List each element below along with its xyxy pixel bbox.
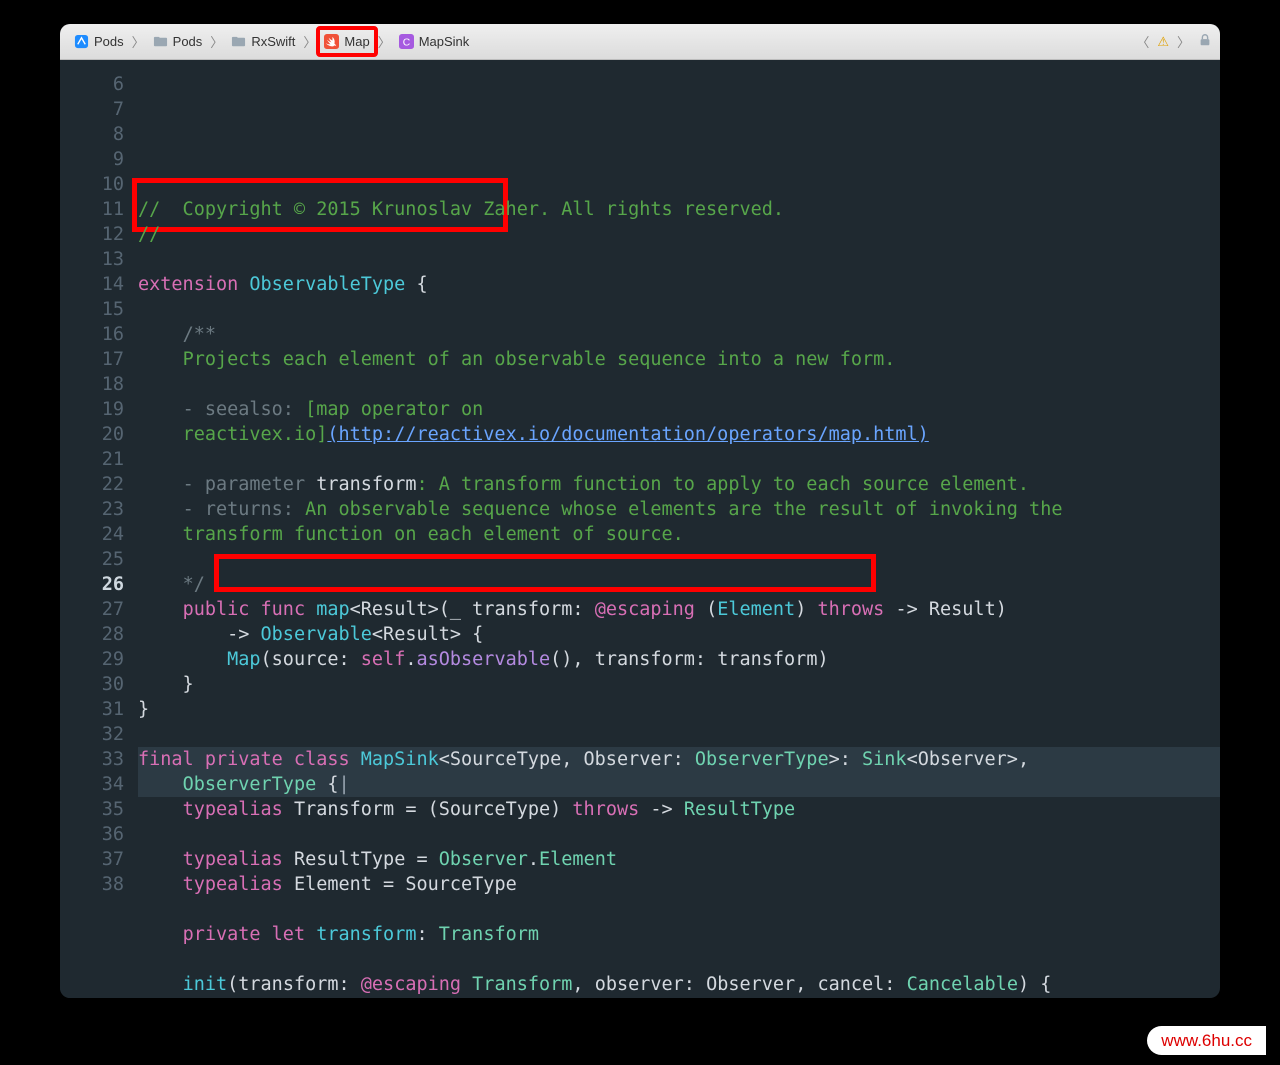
code-line[interactable]	[138, 947, 1220, 972]
code-line[interactable]: Projects each element of an observable s…	[138, 347, 1220, 372]
line-gutter: 6789101112131415161718192021222324252627…	[60, 60, 138, 998]
breadcrumbs: Pods 〉 Pods 〉 RxSwift 〉 Ma	[68, 28, 1136, 55]
watermark: www.6hu.cc	[1147, 1026, 1266, 1055]
code-line[interactable]: - returns: An observable sequence whose …	[138, 497, 1220, 522]
crumb-rxswift[interactable]: RxSwift	[225, 32, 301, 51]
code-line[interactable]: }	[138, 672, 1220, 697]
code-line[interactable]: init(transform: @escaping Transform, obs…	[138, 972, 1220, 997]
crumb-label: RxSwift	[251, 34, 295, 49]
code-line[interactable]: typealias ResultType = Observer.Element	[138, 847, 1220, 872]
chevron-right-icon: 〉	[210, 32, 223, 51]
code-line[interactable]: /**	[138, 322, 1220, 347]
chevron-right-icon: 〉	[303, 32, 316, 51]
nav-back-icon[interactable]: 〈	[1136, 32, 1149, 51]
crumb-label: Pods	[94, 34, 124, 49]
code-line[interactable]: transform function on each element of so…	[138, 522, 1220, 547]
jump-bar-right: 〈 ⚠︎ 〉	[1136, 32, 1212, 51]
crumb-pods[interactable]: Pods	[147, 32, 209, 51]
code-line[interactable]	[138, 722, 1220, 747]
code-line[interactable]: }	[138, 697, 1220, 722]
code-line[interactable]: public func map<Result>(_ transform: @es…	[138, 597, 1220, 622]
code-line[interactable]	[138, 372, 1220, 397]
class-icon: C	[399, 34, 414, 49]
code-line[interactable]: // Copyright © 2015 Krunoslav Zaher. All…	[138, 197, 1220, 222]
warning-icon[interactable]: ⚠︎	[1157, 34, 1169, 50]
code-line[interactable]	[138, 547, 1220, 572]
nav-forward-icon[interactable]: 〉	[1177, 32, 1190, 51]
crumb-label: MapSink	[419, 34, 470, 49]
code-line[interactable]	[138, 447, 1220, 472]
crumb-map[interactable]: Map	[318, 28, 375, 55]
code-line[interactable]: Map(source: self.asObservable(), transfo…	[138, 647, 1220, 672]
code-line[interactable]: //	[138, 222, 1220, 247]
code-line[interactable]: typealias Transform = (SourceType) throw…	[138, 797, 1220, 822]
lock-icon	[1198, 33, 1212, 50]
code-line[interactable]: typealias Element = SourceType	[138, 872, 1220, 897]
crumb-label: Map	[344, 34, 369, 49]
crumb-root[interactable]: Pods	[68, 32, 130, 51]
folder-icon	[231, 34, 246, 49]
code-line[interactable]	[138, 247, 1220, 272]
editor-window: Pods 〉 Pods 〉 RxSwift 〉 Ma	[60, 24, 1220, 998]
code-line[interactable]: */	[138, 572, 1220, 597]
xcode-icon	[74, 34, 89, 49]
svg-text:C: C	[402, 37, 410, 48]
code-line[interactable]	[138, 297, 1220, 322]
code-line[interactable]: reactivex.io](http://reactivex.io/docume…	[138, 422, 1220, 447]
code-line[interactable]: final private class MapSink<SourceType, …	[138, 747, 1220, 772]
code-line[interactable]: extension ObservableType {	[138, 272, 1220, 297]
jump-bar: Pods 〉 Pods 〉 RxSwift 〉 Ma	[60, 24, 1220, 60]
code-line[interactable]: - parameter transform: A transform funct…	[138, 472, 1220, 497]
code-line[interactable]	[138, 822, 1220, 847]
code-line[interactable]	[138, 897, 1220, 922]
crumb-label: Pods	[173, 34, 203, 49]
code-line[interactable]: -> Observable<Result> {	[138, 622, 1220, 647]
code-area[interactable]: // Copyright © 2015 Krunoslav Zaher. All…	[138, 60, 1220, 998]
chevron-right-icon: 〉	[132, 32, 145, 51]
code-line[interactable]: self.transform = transform	[138, 997, 1220, 998]
code-line[interactable]: ObserverType {|	[138, 772, 1220, 797]
folder-icon	[153, 34, 168, 49]
swift-icon	[324, 34, 339, 49]
code-line[interactable]: private let transform: Transform	[138, 922, 1220, 947]
crumb-mapsink[interactable]: C MapSink	[393, 32, 476, 51]
code-line[interactable]: - seealso: [map operator on	[138, 397, 1220, 422]
chevron-right-icon: 〉	[378, 32, 391, 51]
code-editor[interactable]: 6789101112131415161718192021222324252627…	[60, 60, 1220, 998]
